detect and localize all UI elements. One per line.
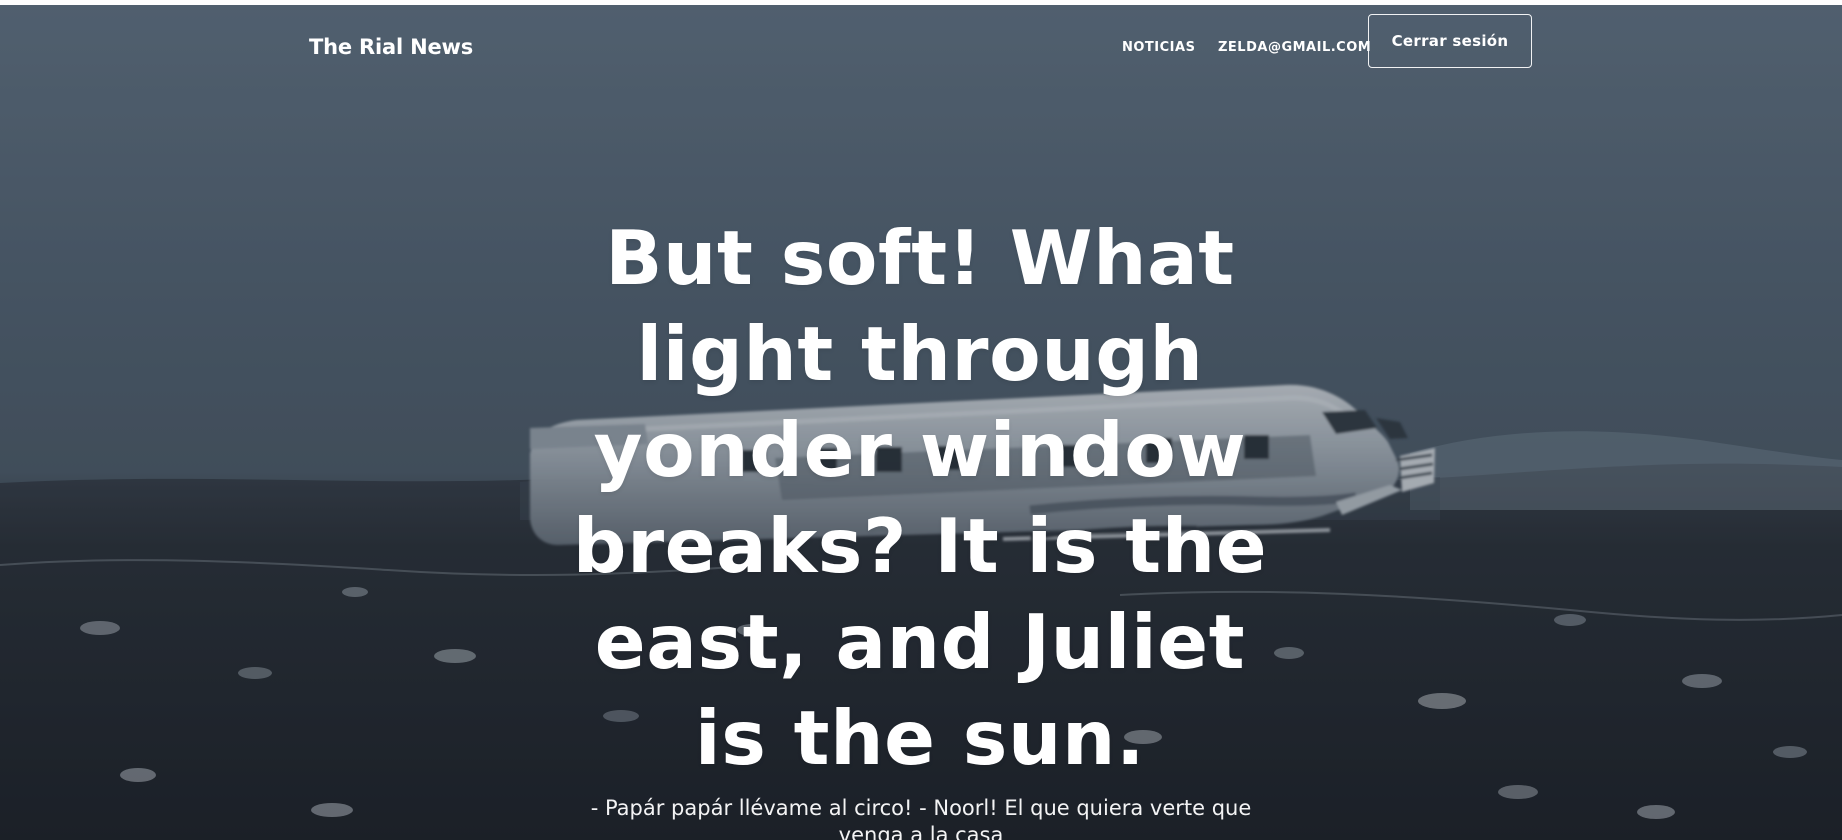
hero-headline: But soft! What light through yonder wind…: [572, 214, 1268, 782]
hero-subheading: - Papár papár llévame al circo! - Noorl!…: [590, 796, 1252, 840]
logout-button[interactable]: Cerrar sesión: [1368, 14, 1532, 68]
nav-news-link[interactable]: NOTICIAS: [1122, 40, 1195, 55]
site-brand-link[interactable]: The Rial News: [309, 35, 473, 59]
hero-section: The Rial News NOTICIAS ZELDA@GMAIL.COM C…: [0, 5, 1842, 840]
landing-page: The Rial News NOTICIAS ZELDA@GMAIL.COM C…: [0, 0, 1842, 840]
nav-user-email-link[interactable]: ZELDA@GMAIL.COM: [1218, 40, 1371, 55]
top-navigation: The Rial News NOTICIAS ZELDA@GMAIL.COM C…: [0, 5, 1842, 91]
hero-headline-container: But soft! What light through yonder wind…: [560, 210, 1280, 786]
